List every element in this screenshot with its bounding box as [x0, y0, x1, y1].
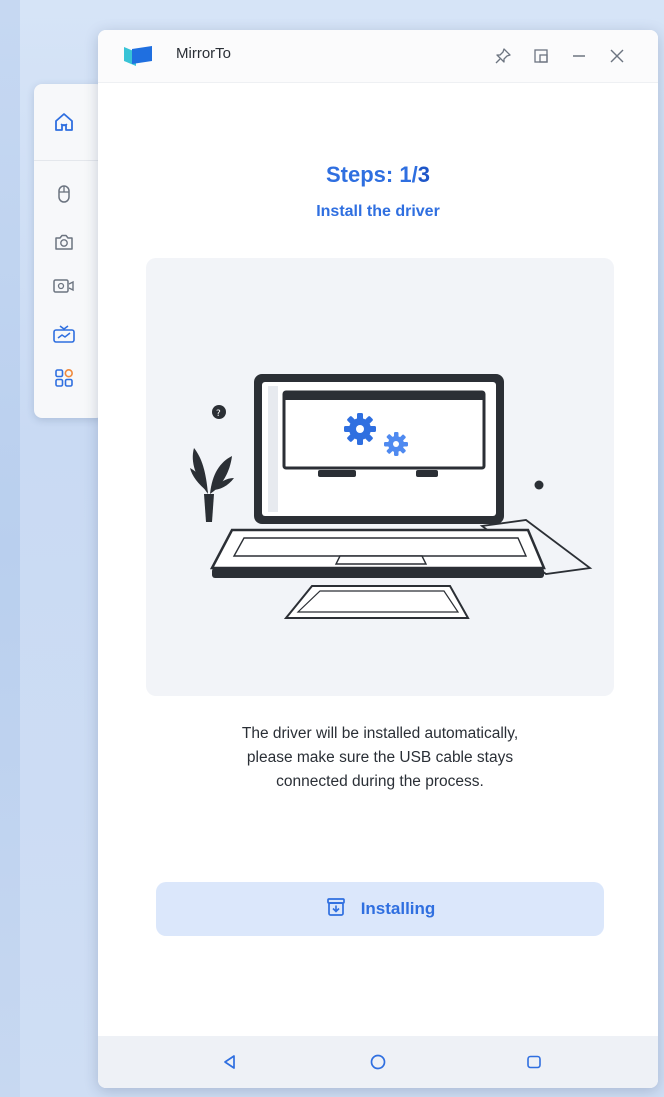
install-description: The driver will be installed automatical…: [138, 722, 622, 794]
home-circle-icon[interactable]: [364, 1048, 392, 1076]
plant-illustration: [190, 448, 234, 522]
title-bar: MirrorTo: [98, 30, 658, 83]
description-line-1: The driver will be installed automatical…: [241, 725, 519, 742]
close-icon[interactable]: [604, 43, 630, 69]
driver-illustration: ?: [146, 258, 614, 696]
minimize-icon[interactable]: [566, 43, 592, 69]
steps-prefix: Steps:: [326, 162, 400, 187]
small-gear-icon: [384, 432, 408, 456]
recents-square-icon[interactable]: [520, 1048, 548, 1076]
apps-icon[interactable]: [50, 364, 78, 392]
back-triangle-icon[interactable]: [216, 1048, 244, 1076]
steps-current: 1: [399, 162, 412, 187]
camera-icon[interactable]: [50, 228, 78, 256]
app-title: MirrorTo: [176, 45, 231, 62]
mouse-icon[interactable]: [50, 180, 78, 208]
description-line-2: please make sure the USB cable stays: [246, 749, 514, 766]
steps-title: Steps: 1/3: [98, 162, 658, 188]
description-line-3: connected during the process.: [276, 773, 484, 790]
app-logo-icon: [122, 44, 156, 68]
main-window: MirrorTo Steps: 1/3 Install the driver ?…: [98, 30, 658, 1088]
dot-bubble-icon: [534, 480, 544, 490]
installing-label: Installing: [360, 899, 436, 918]
home-icon[interactable]: [50, 108, 78, 136]
svg-text:?: ?: [216, 409, 221, 419]
installing-button[interactable]: Installing: [156, 882, 604, 936]
steps-total: 3: [417, 162, 430, 187]
desktop-background: [0, 0, 20, 1097]
steps-subtitle: Install the driver: [316, 203, 440, 220]
side-toolbar: [34, 84, 104, 418]
gear-icon: [344, 413, 376, 445]
android-nav-bar: [98, 1036, 658, 1088]
laptop-illustration: ?: [190, 374, 593, 619]
keyboard-icon[interactable]: [50, 320, 78, 348]
restore-icon[interactable]: [528, 43, 554, 69]
record-icon[interactable]: [50, 272, 78, 300]
pin-icon[interactable]: [490, 43, 516, 69]
download-box-icon: [325, 896, 347, 922]
